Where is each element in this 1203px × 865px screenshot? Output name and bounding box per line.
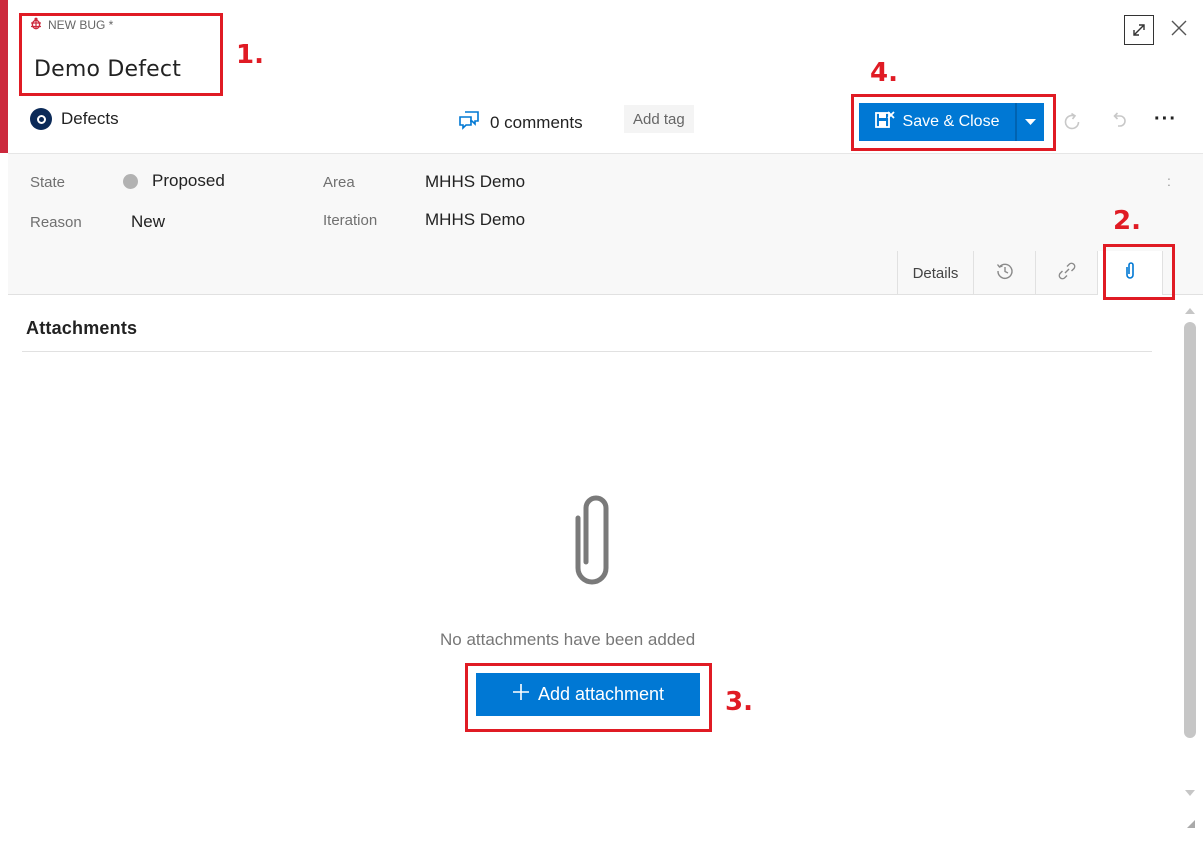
annotation-box-1 xyxy=(19,13,223,96)
iteration-field[interactable]: MHHS Demo xyxy=(425,210,525,230)
add-tag-button[interactable]: Add tag xyxy=(624,105,694,133)
iteration-label: Iteration xyxy=(323,212,378,229)
undo-button[interactable] xyxy=(1107,110,1131,134)
team-selector[interactable]: Defects xyxy=(30,108,119,130)
empty-state-message: No attachments have been added xyxy=(440,630,696,649)
reason-field[interactable]: New xyxy=(131,212,165,232)
close-icon xyxy=(1170,16,1188,44)
area-field[interactable]: MHHS Demo xyxy=(425,172,525,192)
history-icon xyxy=(995,261,1015,286)
expand-dialog-button[interactable] xyxy=(1124,15,1154,45)
scrollbar-thumb[interactable] xyxy=(1184,322,1196,738)
tab-links[interactable] xyxy=(1035,251,1097,295)
scroll-up-arrow[interactable] xyxy=(1184,303,1196,314)
link-icon xyxy=(1056,260,1078,287)
state-value: Proposed xyxy=(152,171,225,190)
refresh-button[interactable] xyxy=(1060,110,1084,134)
team-avatar xyxy=(30,108,52,130)
tab-history[interactable] xyxy=(973,251,1035,295)
annotation-box-4 xyxy=(851,94,1056,151)
scroll-down-arrow[interactable] xyxy=(1184,785,1196,796)
tab-details[interactable]: Details xyxy=(897,251,973,295)
work-item-type-accent-bar xyxy=(0,0,8,153)
attachments-divider xyxy=(22,351,1152,352)
state-field[interactable]: Proposed xyxy=(123,171,225,191)
panel-overflow-icon[interactable]: : xyxy=(1167,173,1171,189)
annotation-number-3: 3. xyxy=(725,687,753,717)
more-actions-button[interactable]: ··· xyxy=(1154,108,1177,131)
state-label: State xyxy=(30,174,66,191)
paperclip-icon xyxy=(554,488,629,596)
undo-icon xyxy=(1107,112,1131,138)
reason-label: Reason xyxy=(30,214,82,231)
comments-icon xyxy=(458,110,480,135)
close-dialog-button[interactable] xyxy=(1164,15,1194,45)
annotation-box-3 xyxy=(465,663,712,732)
expand-icon xyxy=(1125,24,1153,48)
resize-grip-icon[interactable] xyxy=(1185,815,1195,828)
comments-link[interactable]: 0 comments xyxy=(458,110,583,135)
area-label: Area xyxy=(323,174,355,191)
comments-count: 0 comments xyxy=(490,112,583,132)
annotation-number-2: 2. xyxy=(1113,206,1141,236)
annotation-number-4: 4. xyxy=(870,58,898,88)
annotation-box-2 xyxy=(1103,244,1175,300)
refresh-icon xyxy=(1060,112,1084,138)
team-name: Defects xyxy=(61,109,119,128)
state-indicator-dot xyxy=(123,173,138,189)
annotation-number-1: 1. xyxy=(236,40,264,70)
attachments-heading: Attachments xyxy=(26,318,138,338)
